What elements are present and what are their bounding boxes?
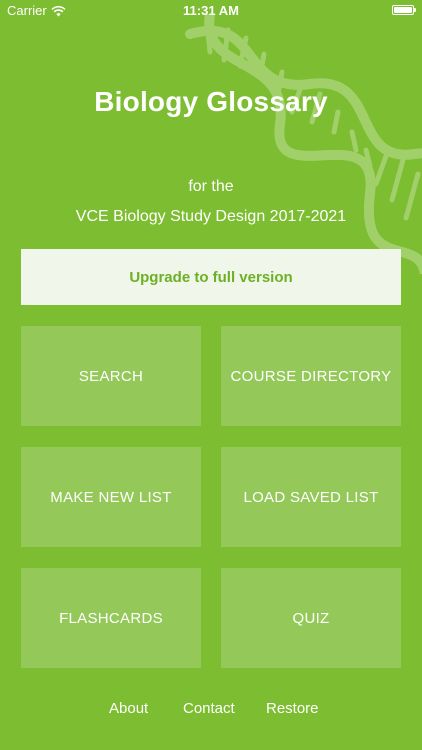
make-new-list-button[interactable]: MAKE NEW LIST	[21, 447, 201, 547]
load-saved-list-button[interactable]: LOAD SAVED LIST	[221, 447, 401, 547]
subtitle-line2: VCE Biology Study Design 2017-2021	[75, 208, 347, 225]
about-link[interactable]: About	[109, 700, 148, 717]
app-title: Biology Glossary	[94, 86, 328, 117]
quiz-button[interactable]: QUIZ	[221, 568, 401, 668]
course-directory-button[interactable]: COURSE DIRECTORY	[221, 326, 401, 426]
flashcards-button[interactable]: FLASHCARDS	[21, 568, 201, 668]
search-button[interactable]: SEARCH	[21, 326, 201, 426]
subtitle-line1: for the	[188, 178, 234, 195]
upgrade-button[interactable]: Upgrade to full version	[21, 249, 401, 305]
dna-helix-icon	[185, 14, 422, 274]
contact-link[interactable]: Contact	[183, 700, 235, 717]
restore-link[interactable]: Restore	[266, 700, 319, 717]
